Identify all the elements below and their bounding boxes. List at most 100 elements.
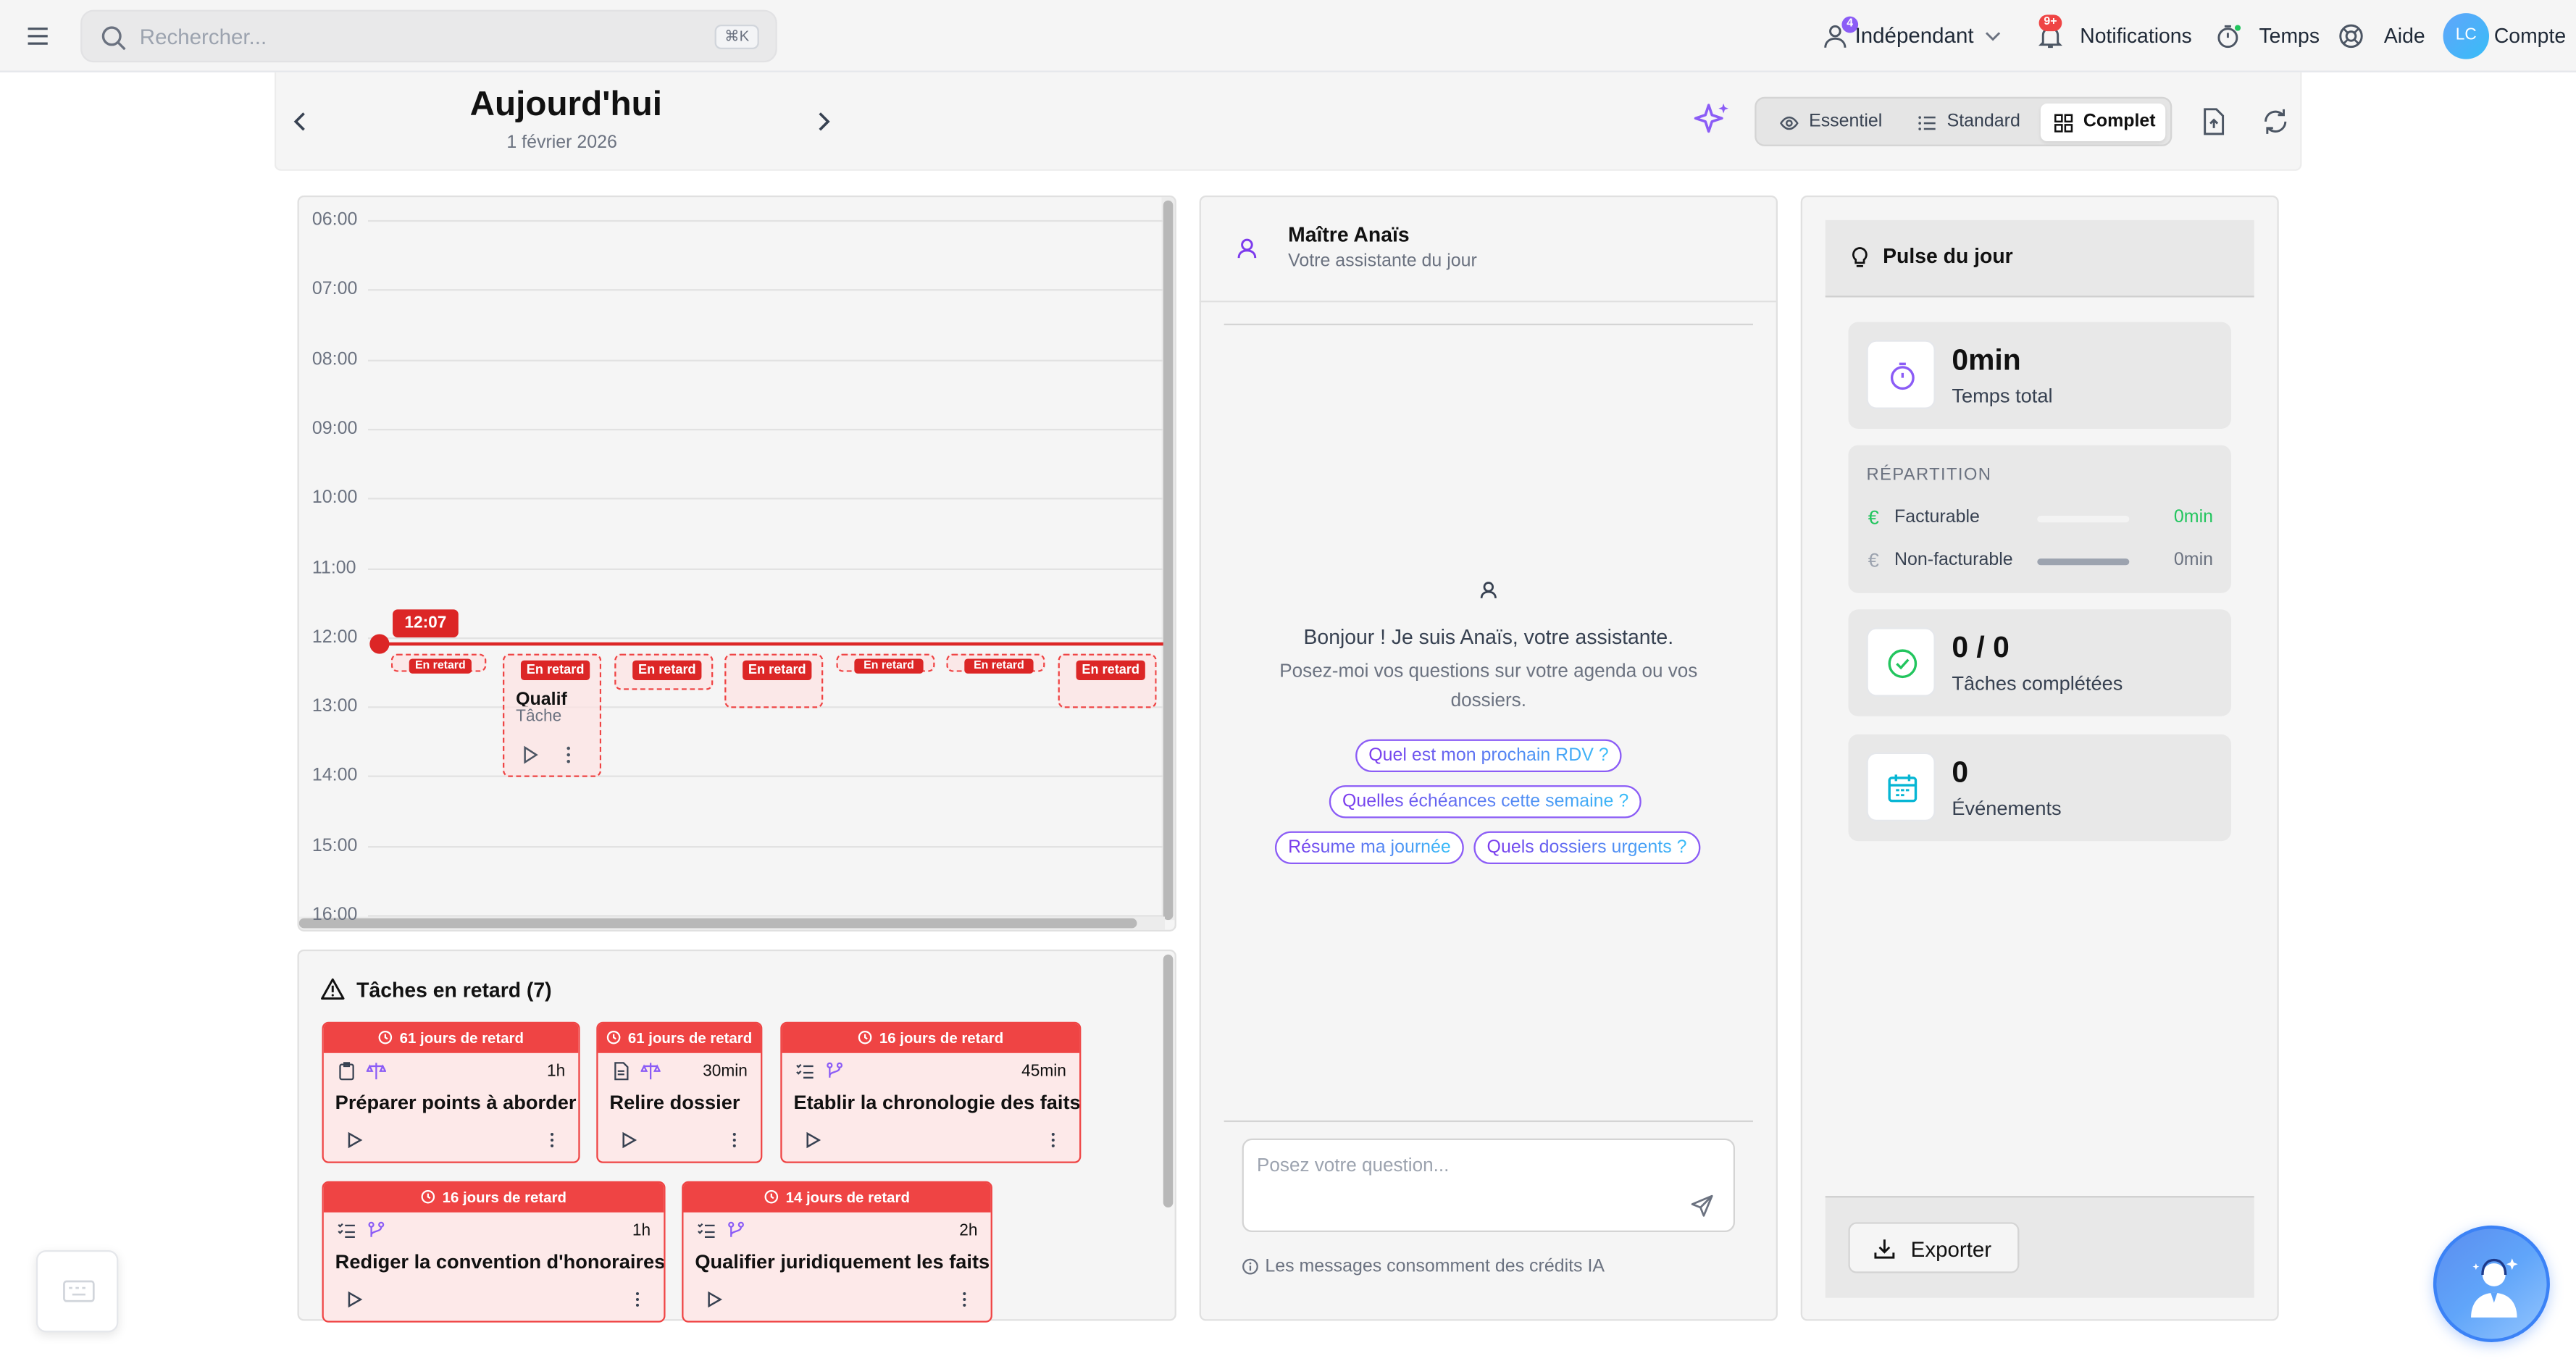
tasks-completed-label: Tâches complétées	[1952, 671, 2123, 695]
agenda-panel	[297, 195, 1176, 931]
overdue-title: Tâches en retard (7)	[356, 979, 552, 1002]
overdue-label: En retard	[1076, 660, 1145, 680]
lightbulb-icon	[1852, 247, 1868, 267]
delay-badge: 14 jours de retard	[683, 1182, 991, 1213]
view-essentiel-button[interactable]: Essentiel	[1766, 104, 1904, 141]
euro-icon: €	[1868, 548, 1879, 572]
assistant-greeting: Bonjour ! Je suis Anaïs, votre assistant…	[1303, 626, 1674, 649]
pulse-title: Pulse du jour	[1883, 244, 2013, 268]
agenda-event[interactable]: En retard	[836, 653, 935, 674]
view-complet-button[interactable]: Complet	[2040, 103, 2166, 142]
play-icon[interactable]	[805, 1131, 821, 1149]
overdue-task-card[interactable]: 16 jours de retard 45min Etablir la chrono…	[780, 1021, 1082, 1163]
agenda-event[interactable]: En retard	[946, 653, 1045, 674]
search-input[interactable]: Rechercher... ⌘K	[80, 9, 777, 63]
refresh-icon[interactable]	[2261, 106, 2291, 136]
agenda-event[interactable]: En retard	[614, 653, 714, 690]
more-icon[interactable]	[731, 1132, 737, 1149]
suggestion-chip[interactable]: Quels dossiers urgents ?	[1473, 831, 1700, 864]
delay-badge: 61 jours de retard	[598, 1023, 761, 1053]
task-title: Préparer points à aborder	[335, 1090, 577, 1114]
previous-day-chevron-icon[interactable]	[290, 110, 310, 133]
agenda-vertical-scrollbar[interactable]	[1161, 197, 1175, 921]
agenda-event[interactable]: En retard	[1058, 653, 1157, 708]
play-icon[interactable]	[706, 1291, 723, 1308]
top-bar: Rechercher... ⌘K 4 Indépendant 9+ Notifi…	[0, 0, 2576, 72]
total-time-value: 0min	[1952, 343, 2021, 377]
assistant-name: Maître Anaïs	[1288, 223, 1410, 247]
clock-icon	[858, 1030, 872, 1044]
more-icon[interactable]	[549, 1132, 556, 1149]
overdue-task-card[interactable]: 61 jours de retard 1h Préparer points à ab…	[322, 1021, 580, 1163]
task-duration: 1h	[632, 1222, 651, 1241]
hour-label: 08:00	[311, 349, 358, 369]
keyboard-shortcuts-button[interactable]	[35, 1249, 119, 1333]
help-icon[interactable]	[2338, 23, 2364, 49]
chevron-down-icon[interactable]	[1985, 30, 2002, 43]
assistant-launcher-button[interactable]	[2433, 1225, 2550, 1342]
hour-label: 16:00	[311, 905, 358, 925]
account-link[interactable]: Compte	[2494, 25, 2566, 48]
clock-icon	[607, 1030, 621, 1044]
hour-gridline	[368, 359, 1163, 361]
send-icon[interactable]	[1691, 1194, 1714, 1218]
avatar[interactable]: LC	[2443, 13, 2490, 59]
events-label: Événements	[1952, 796, 2062, 820]
task-type-icon	[698, 1223, 715, 1238]
more-icon[interactable]	[565, 746, 572, 764]
billable-label: Facturable	[1894, 507, 1980, 528]
play-icon[interactable]	[347, 1131, 364, 1149]
divider	[1224, 323, 1753, 326]
export-button[interactable]: Exporter	[1848, 1222, 2020, 1273]
overdue-scrollbar[interactable]	[1163, 954, 1174, 1207]
agenda-event[interactable]: En retard	[724, 653, 824, 708]
menu-icon[interactable]	[26, 25, 49, 48]
export-file-icon[interactable]	[2199, 106, 2228, 136]
suggestion-chip[interactable]: Quel est mon prochain RDV ?	[1355, 739, 1622, 772]
play-icon[interactable]	[621, 1131, 637, 1149]
task-title: Qualifier juridiquement les faits	[695, 1249, 990, 1273]
current-time-dot	[369, 634, 390, 654]
view-complet-label: Complet	[2083, 112, 2156, 132]
view-standard-button[interactable]: Standard	[1904, 104, 2036, 141]
event-title: Qualif	[516, 690, 567, 707]
view-standard-label: Standard	[1946, 112, 2020, 132]
event-type: Tâche	[516, 708, 562, 727]
more-icon[interactable]	[634, 1291, 640, 1308]
assistant-avatar-icon	[1480, 582, 1497, 598]
play-icon[interactable]	[522, 745, 539, 764]
play-icon[interactable]	[347, 1291, 364, 1308]
agenda-event[interactable]: En retard	[390, 653, 487, 674]
overdue-task-card[interactable]: 61 jours de retard 30min Relire dossier	[596, 1021, 763, 1163]
question-input[interactable]: Posez votre question...	[1242, 1138, 1736, 1232]
agenda-event[interactable]: En retard Qualif Tâche	[503, 653, 602, 777]
notifications-link[interactable]: Notifications	[2080, 25, 2191, 48]
task-duration: 2h	[959, 1222, 978, 1241]
next-day-chevron-icon[interactable]	[814, 110, 833, 133]
hour-label: 06:00	[311, 210, 358, 230]
task-duration: 1h	[546, 1063, 566, 1081]
stopwatch-icon[interactable]	[2215, 23, 2241, 49]
help-link[interactable]: Aide	[2384, 25, 2425, 48]
task-title: Etablir la chronologie des faits	[793, 1090, 1081, 1114]
view-mode-selector: Essentiel Standard Complet	[1755, 96, 2173, 146]
overdue-label: En retard	[743, 660, 812, 680]
profile-selector[interactable]: Indépendant	[1855, 23, 1974, 48]
more-icon[interactable]	[961, 1291, 968, 1308]
hour-label: 11:00	[311, 557, 356, 578]
ai-sparkles-icon[interactable]	[1692, 100, 1731, 139]
suggestion-chip[interactable]: Résume ma journée	[1274, 831, 1464, 864]
task-duration: 30min	[703, 1063, 748, 1081]
overdue-label: En retard	[409, 658, 472, 674]
overdue-task-card[interactable]: 14 jours de retard 2h Qualifier juridiquem…	[682, 1181, 992, 1323]
overdue-label: En retard	[964, 658, 1034, 674]
hour-label: 12:00	[311, 627, 358, 648]
non-billable-value: 0min	[2173, 550, 2213, 570]
time-link[interactable]: Temps	[2259, 25, 2320, 48]
suggestion-chip[interactable]: Quelles échéances cette semaine ?	[1329, 785, 1642, 819]
agenda-horizontal-scrollbar[interactable]	[298, 916, 1166, 930]
overdue-task-card[interactable]: 16 jours de retard 1h Rediger la conventio…	[322, 1181, 666, 1323]
task-type-icon	[339, 1062, 354, 1081]
more-icon[interactable]	[1050, 1132, 1056, 1149]
assistant-avatar-icon	[1237, 238, 1257, 259]
